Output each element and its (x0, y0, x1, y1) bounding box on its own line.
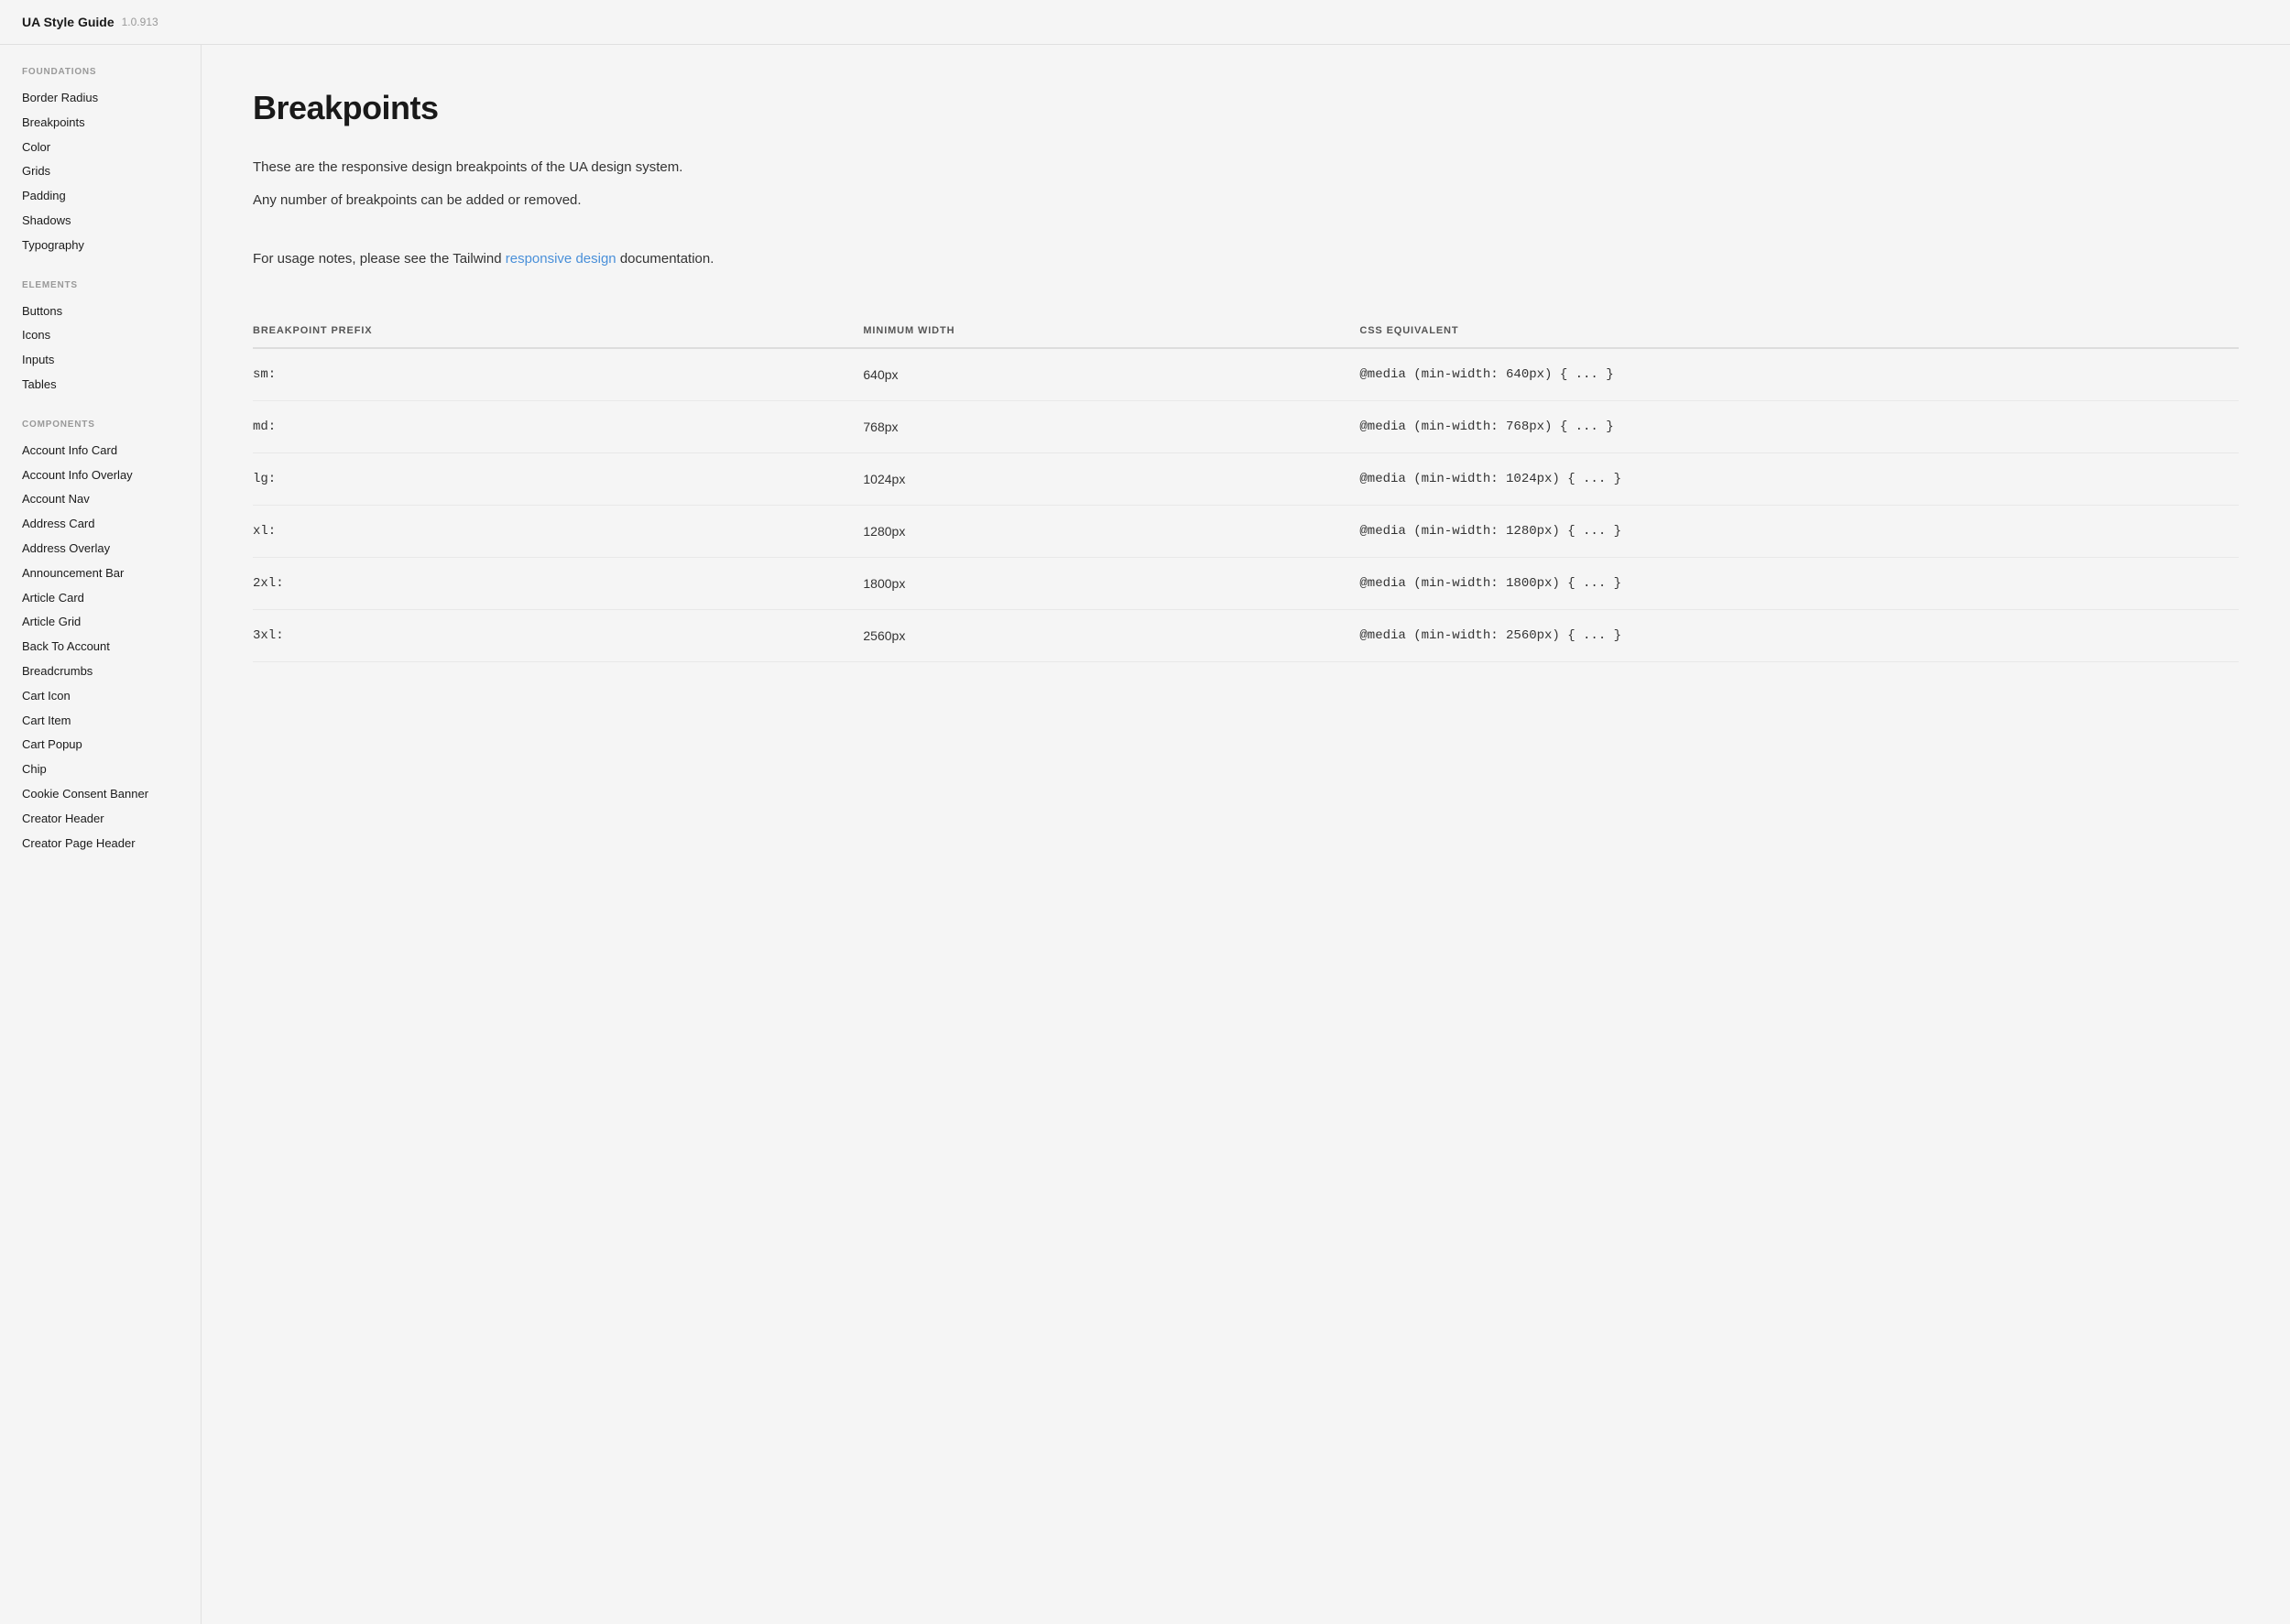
description-line-2: Any number of breakpoints can be added o… (253, 190, 2239, 212)
sidebar-item-border-radius[interactable]: Border Radius (22, 86, 179, 111)
cell-width: 640px (848, 348, 1345, 401)
main-layout: FOUNDATIONS Border Radius Breakpoints Co… (0, 45, 2290, 1624)
cell-css: @media (min-width: 1024px) { ... } (1345, 453, 2239, 506)
app-container: UA Style Guide 1.0.913 FOUNDATIONS Borde… (0, 0, 2290, 1624)
sidebar-item-cart-popup[interactable]: Cart Popup (22, 733, 179, 758)
sidebar: FOUNDATIONS Border Radius Breakpoints Co… (0, 45, 202, 1624)
cell-prefix: 3xl: (253, 610, 848, 662)
table-header: BREAKPOINT PREFIX MINIMUM WIDTH CSS EQUI… (253, 314, 2239, 348)
table-row: md:768px@media (min-width: 768px) { ... … (253, 401, 2239, 453)
sidebar-item-breadcrumbs[interactable]: Breadcrumbs (22, 659, 179, 684)
cell-css: @media (min-width: 1280px) { ... } (1345, 506, 2239, 558)
sidebar-item-grids[interactable]: Grids (22, 159, 179, 184)
sidebar-item-article-grid[interactable]: Article Grid (22, 610, 179, 635)
sidebar-item-creator-header[interactable]: Creator Header (22, 807, 179, 832)
components-section-label: COMPONENTS (22, 420, 179, 430)
sidebar-item-inputs[interactable]: Inputs (22, 348, 179, 373)
content-area: Breakpoints These are the responsive des… (202, 45, 2290, 1624)
page-title: Breakpoints (253, 89, 2239, 127)
elements-section-label: ELEMENTS (22, 280, 179, 290)
cell-width: 1280px (848, 506, 1345, 558)
sidebar-item-cart-item[interactable]: Cart Item (22, 709, 179, 734)
sidebar-item-article-card[interactable]: Article Card (22, 586, 179, 611)
table-row: lg:1024px@media (min-width: 1024px) { ..… (253, 453, 2239, 506)
sidebar-item-account-info-overlay[interactable]: Account Info Overlay (22, 463, 179, 488)
sidebar-item-chip[interactable]: Chip (22, 758, 179, 782)
sidebar-item-address-card[interactable]: Address Card (22, 512, 179, 537)
cell-css: @media (min-width: 1800px) { ... } (1345, 558, 2239, 610)
sidebar-item-typography[interactable]: Typography (22, 234, 179, 258)
sidebar-item-buttons[interactable]: Buttons (22, 300, 179, 324)
table-header-row: BREAKPOINT PREFIX MINIMUM WIDTH CSS EQUI… (253, 314, 2239, 348)
sidebar-item-announcement-bar[interactable]: Announcement Bar (22, 561, 179, 586)
table-row: 3xl:2560px@media (min-width: 2560px) { .… (253, 610, 2239, 662)
sidebar-item-shadows[interactable]: Shadows (22, 209, 179, 234)
sidebar-item-address-overlay[interactable]: Address Overlay (22, 537, 179, 561)
sidebar-item-creator-page-header[interactable]: Creator Page Header (22, 832, 179, 856)
cell-width: 1800px (848, 558, 1345, 610)
cell-width: 2560px (848, 610, 1345, 662)
description-line-1: These are the responsive design breakpoi… (253, 157, 2239, 179)
app-version: 1.0.913 (122, 16, 158, 28)
sidebar-item-account-nav[interactable]: Account Nav (22, 487, 179, 512)
table-row: sm:640px@media (min-width: 640px) { ... … (253, 348, 2239, 401)
col-header-width: MINIMUM WIDTH (848, 314, 1345, 348)
cell-css: @media (min-width: 768px) { ... } (1345, 401, 2239, 453)
sidebar-section-elements: ELEMENTS Buttons Icons Inputs Tables (22, 280, 179, 398)
sidebar-item-color[interactable]: Color (22, 136, 179, 160)
cell-prefix: md: (253, 401, 848, 453)
sidebar-item-breakpoints[interactable]: Breakpoints (22, 111, 179, 136)
breakpoints-table: BREAKPOINT PREFIX MINIMUM WIDTH CSS EQUI… (253, 314, 2239, 662)
description-line-3: For usage notes, please see the Tailwind… (253, 248, 2239, 270)
cell-prefix: lg: (253, 453, 848, 506)
sidebar-item-account-info-card[interactable]: Account Info Card (22, 439, 179, 463)
cell-prefix: sm: (253, 348, 848, 401)
table-row: 2xl:1800px@media (min-width: 1800px) { .… (253, 558, 2239, 610)
sidebar-item-cookie-consent-banner[interactable]: Cookie Consent Banner (22, 782, 179, 807)
sidebar-item-tables[interactable]: Tables (22, 373, 179, 398)
cell-css: @media (min-width: 640px) { ... } (1345, 348, 2239, 401)
sidebar-section-foundations: FOUNDATIONS Border Radius Breakpoints Co… (22, 67, 179, 258)
table-body: sm:640px@media (min-width: 640px) { ... … (253, 348, 2239, 662)
table-row: xl:1280px@media (min-width: 1280px) { ..… (253, 506, 2239, 558)
sidebar-item-cart-icon[interactable]: Cart Icon (22, 684, 179, 709)
col-header-prefix: BREAKPOINT PREFIX (253, 314, 848, 348)
sidebar-item-icons[interactable]: Icons (22, 323, 179, 348)
responsive-design-link[interactable]: responsive design (506, 251, 616, 267)
cell-width: 768px (848, 401, 1345, 453)
cell-width: 1024px (848, 453, 1345, 506)
top-bar: UA Style Guide 1.0.913 (0, 0, 2290, 45)
col-header-css: CSS EQUIVALENT (1345, 314, 2239, 348)
description-block: These are the responsive design breakpoi… (253, 157, 2239, 212)
foundations-section-label: FOUNDATIONS (22, 67, 179, 77)
sidebar-section-components: COMPONENTS Account Info Card Account Inf… (22, 420, 179, 856)
app-title: UA Style Guide (22, 15, 114, 29)
cell-css: @media (min-width: 2560px) { ... } (1345, 610, 2239, 662)
sidebar-item-padding[interactable]: Padding (22, 184, 179, 209)
cell-prefix: xl: (253, 506, 848, 558)
sidebar-item-back-to-account[interactable]: Back To Account (22, 635, 179, 659)
cell-prefix: 2xl: (253, 558, 848, 610)
